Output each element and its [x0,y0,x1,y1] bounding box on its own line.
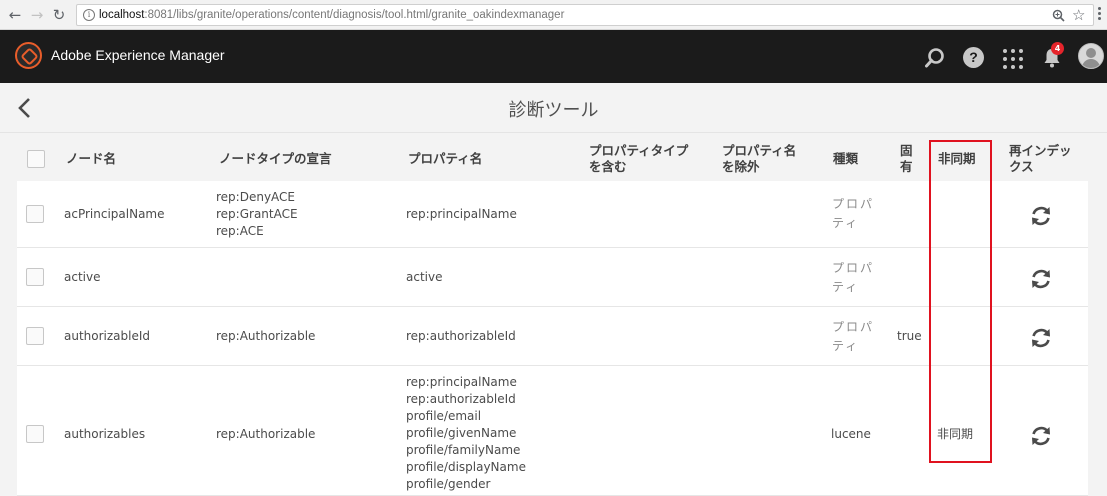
shell-title[interactable]: Adobe Experience Manager [51,47,225,63]
cell-kind: プロパ [832,320,875,334]
async-column-highlight [929,140,992,463]
row-checkbox[interactable] [26,425,44,443]
header-exclude-names[interactable]: プロパティ名 を除外 [722,143,796,175]
cell-kind: ティ [832,280,860,294]
table-header: ノード名 ノードタイプの宣言 プロパティ名 プロパティタイプ を含む プロパティ… [17,133,1088,181]
reindex-icon[interactable] [1030,205,1052,227]
table-row[interactable]: authorizables rep:Authorizable rep:princ… [17,366,1088,496]
header-unique-line2: 有 [900,159,913,174]
table-row[interactable]: authorizableId rep:Authorizable rep:auth… [17,307,1088,366]
cell-node-type: rep:ACE [216,224,264,238]
cell-property-name: profile/displayName [406,460,526,474]
back-arrow-icon[interactable]: ← [7,6,23,24]
info-icon[interactable]: i [83,9,95,21]
cell-property-name: active [406,270,443,284]
browser-menu-icon[interactable] [1098,7,1102,23]
cell-node-type: rep:Authorizable [216,329,316,343]
aem-logo-icon[interactable] [15,42,42,69]
row-checkbox[interactable] [26,327,44,345]
cell-node-type: rep:Authorizable [216,427,316,441]
cell-node-type: rep:GrantACE [216,207,298,221]
cell-property-name: rep:principalName [406,375,517,389]
row-checkbox[interactable] [26,205,44,223]
reindex-icon[interactable] [1030,425,1052,447]
table-row[interactable]: acPrincipalName rep:DenyACE rep:GrantACE… [17,181,1088,248]
cell-kind: ティ [832,339,860,353]
row-checkbox[interactable] [26,268,44,286]
url-text[interactable]: localhost:8081/libs/granite/operations/c… [99,8,564,23]
header-unique-line1: 固 [900,143,913,158]
user-avatar[interactable] [1078,43,1104,69]
page-titlebar: 診断ツール [0,83,1107,133]
search-icon[interactable] [924,47,946,69]
header-exclude-names-line1: プロパティ名 [722,143,797,158]
cell-node-name: active [64,270,101,284]
header-reindex-line2: クス [1009,159,1034,174]
header-include-types-line2: を含む [589,159,627,174]
address-bar[interactable]: i localhost:8081/libs/granite/operations… [76,4,1094,26]
header-node-type[interactable]: ノードタイプの宣言 [219,151,332,167]
browser-toolbar: ← → ↻ i localhost:8081/libs/granite/oper… [0,0,1107,30]
zoom-icon[interactable] [1052,9,1065,22]
reindex-icon[interactable] [1030,327,1052,349]
reload-icon[interactable]: ↻ [51,6,67,24]
notification-badge: 4 [1051,42,1064,55]
header-node-name[interactable]: ノード名 [66,151,116,167]
header-include-types[interactable]: プロパティタイプ を含む [589,143,688,175]
cell-unique: true [897,329,922,343]
header-reindex-line1: 再インデッ [1009,143,1072,158]
header-unique[interactable]: 固 有 [900,143,913,175]
help-icon[interactable]: ? [963,47,984,68]
cell-kind: lucene [831,427,871,441]
cell-property-name: profile/gender [406,477,491,491]
select-all-checkbox[interactable] [27,150,45,168]
url-path: :8081/libs/granite/operations/content/di… [144,9,565,21]
cell-kind: プロパ [832,197,875,211]
table-row[interactable]: active active プロパ ティ [17,248,1088,307]
cell-node-name: authorizableId [64,329,151,343]
cell-property-name: rep:principalName [406,207,517,221]
cell-node-name: authorizables [64,427,146,441]
cell-property-name: rep:authorizableId [406,329,516,343]
cell-property-name: rep:authorizableId [406,392,516,406]
header-include-types-line1: プロパティタイプ [589,143,689,158]
header-kind[interactable]: 種類 [833,151,858,167]
forward-arrow-icon[interactable]: → [29,6,45,24]
header-property-name[interactable]: プロパティ名 [408,151,482,167]
cell-property-name: profile/givenName [406,426,517,440]
cell-kind: ティ [832,216,860,230]
cell-kind: プロパ [832,261,875,275]
cell-node-type: rep:DenyACE [216,190,296,204]
cell-property-name: profile/email [406,409,482,423]
apps-grid-icon[interactable] [1003,49,1023,69]
header-exclude-names-line2: を除外 [722,159,760,174]
url-host: localhost [99,9,145,21]
reindex-icon[interactable] [1030,268,1052,290]
bookmark-star-icon[interactable]: ☆ [1072,6,1085,24]
header-reindex[interactable]: 再インデッ クス [1009,143,1072,175]
page-title: 診断ツール [508,100,599,121]
cell-node-name: acPrincipalName [64,207,165,221]
cell-property-name: profile/familyName [406,443,521,457]
